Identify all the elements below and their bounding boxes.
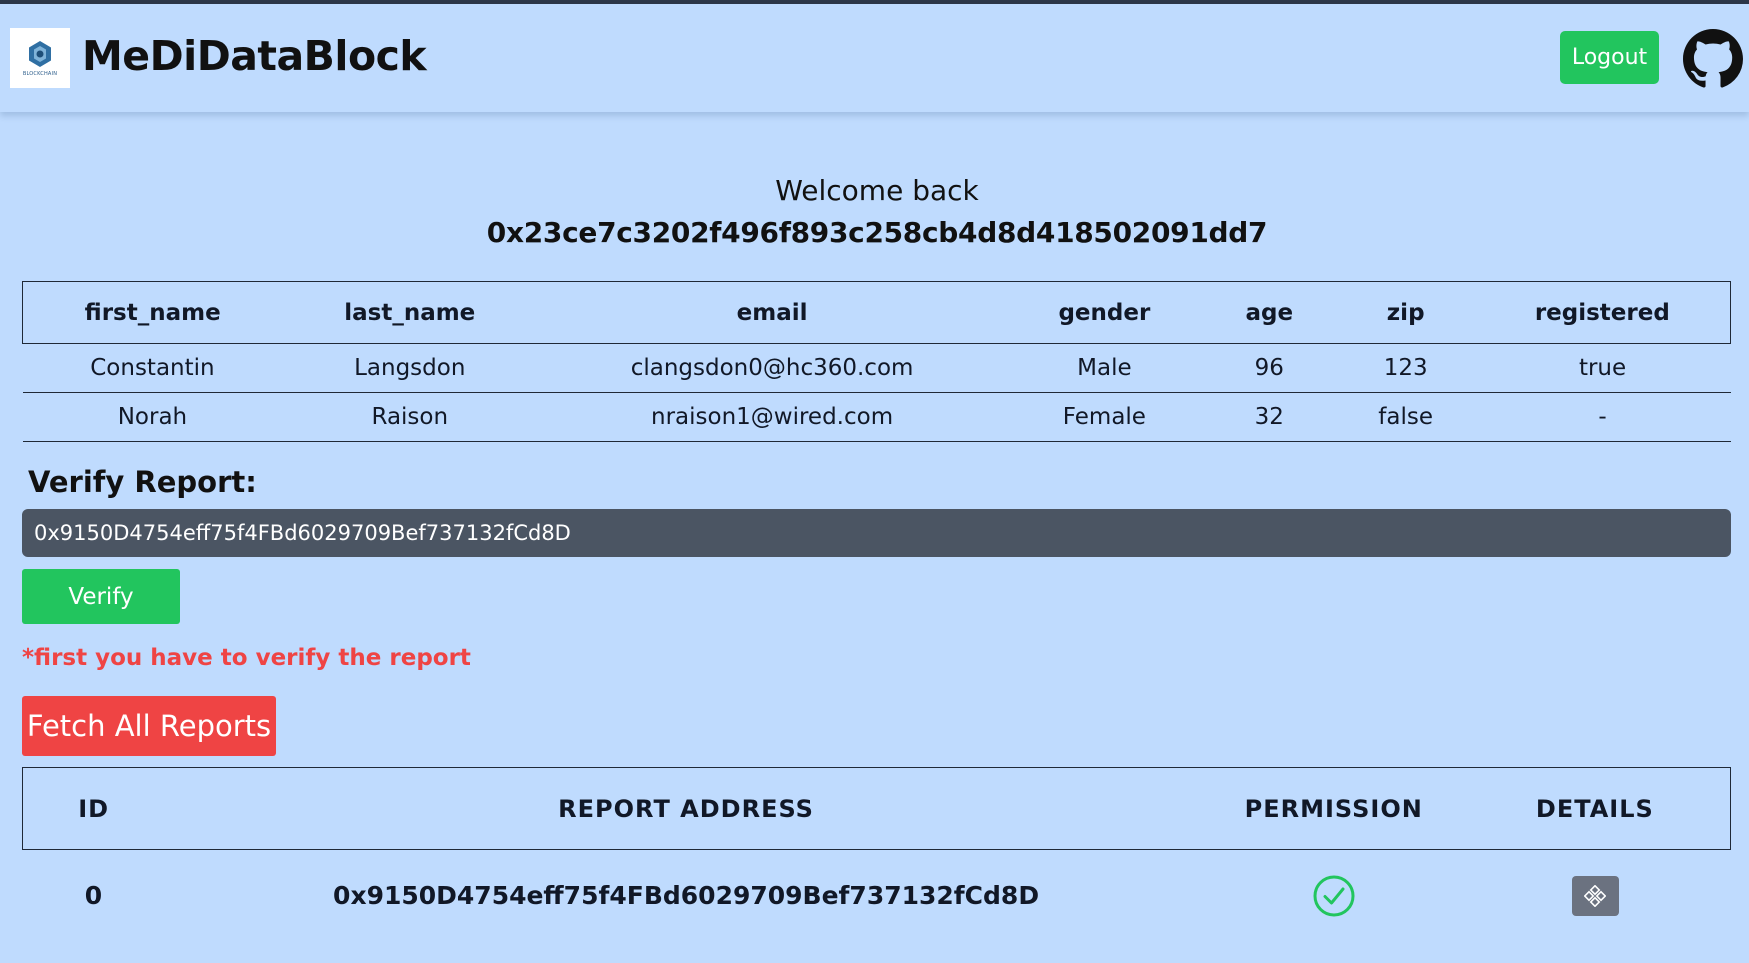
verify-report-label: Verify Report:	[28, 465, 257, 499]
github-icon[interactable]	[1683, 29, 1743, 89]
fetch-all-reports-button[interactable]: Fetch All Reports	[22, 696, 276, 756]
column-header: age	[1201, 281, 1337, 344]
logo-caption: BLOCKCHAIN	[22, 71, 58, 77]
permission-cell	[1208, 850, 1460, 942]
table-cell: 123	[1336, 343, 1475, 393]
table-row: 0 0x9150D4754eff75f4FBd6029709Bef737132f…	[23, 850, 1731, 942]
table-cell: 32	[1201, 392, 1337, 442]
table-cell: -	[1474, 392, 1731, 442]
table-cell: Female	[1006, 392, 1202, 442]
table-header-row: first_name last_name email gender age zi…	[22, 281, 1731, 344]
details-icon	[1584, 884, 1607, 907]
welcome-text: Welcome back	[775, 174, 979, 207]
blockchain-logo-icon	[29, 41, 51, 67]
column-header: email	[537, 281, 1007, 344]
column-header: registered	[1474, 281, 1731, 344]
logout-button[interactable]: Logout	[1560, 31, 1659, 84]
table-row: Norah Raison nraison1@wired.com Female 3…	[22, 392, 1731, 442]
app-logo[interactable]: BLOCKCHAIN	[10, 28, 70, 88]
column-header: ID	[22, 767, 165, 850]
table-cell: nraison1@wired.com	[537, 392, 1007, 442]
table-cell: Male	[1006, 343, 1202, 393]
account-address: 0x23ce7c3202f496f893c258cb4d8d418502091d…	[486, 216, 1268, 249]
table-cell: true	[1474, 343, 1731, 393]
details-cell	[1460, 850, 1731, 942]
column-header: first_name	[22, 281, 283, 344]
verify-button[interactable]: Verify	[22, 569, 180, 624]
table-row: Constantin Langsdon clangsdon0@hc360.com…	[22, 343, 1731, 393]
table-header-row: ID REPORT ADDRESS PERMISSION DETAILS	[22, 767, 1731, 850]
navbar: BLOCKCHAIN MeDiDataBlock Logout	[0, 4, 1749, 112]
report-address-input[interactable]	[22, 509, 1731, 557]
column-header: last_name	[282, 281, 538, 344]
details-button[interactable]	[1571, 875, 1619, 916]
table-cell: Constantin	[22, 343, 283, 393]
brand-title: MeDiDataBlock	[82, 32, 427, 80]
report-id: 0	[84, 881, 103, 911]
column-header: REPORT ADDRESS	[164, 767, 1208, 850]
table-cell: Norah	[22, 392, 283, 442]
patients-table: first_name last_name email gender age zi…	[22, 281, 1731, 442]
reports-table: ID REPORT ADDRESS PERMISSION DETAILS 0 0…	[22, 767, 1731, 942]
check-circle-icon	[1313, 875, 1355, 917]
report-address: 0x9150D4754eff75f4FBd6029709Bef737132fCd…	[333, 881, 1040, 911]
column-header: gender	[1006, 281, 1202, 344]
column-header: zip	[1336, 281, 1475, 344]
verify-warning: *first you have to verify the report	[22, 645, 471, 671]
table-cell: false	[1336, 392, 1475, 442]
table-cell: clangsdon0@hc360.com	[537, 343, 1007, 393]
table-cell: Langsdon	[282, 343, 538, 393]
column-header: PERMISSION	[1207, 767, 1460, 850]
table-cell: Raison	[282, 392, 538, 442]
table-cell: 96	[1201, 343, 1337, 393]
column-header: DETAILS	[1459, 767, 1731, 850]
